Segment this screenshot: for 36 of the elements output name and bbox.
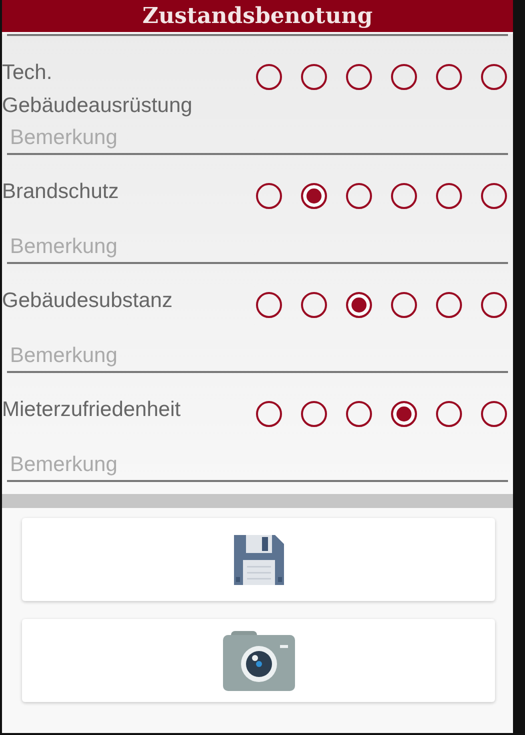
criterion-label: Mieterzufriedenheit	[2, 397, 182, 423]
criterion-label: Gebäudesubstanz	[2, 288, 174, 314]
remark-field[interactable]: Bemerkung	[7, 449, 508, 482]
radio-button[interactable]	[436, 401, 462, 427]
radio-button[interactable]	[391, 401, 417, 427]
radio-button[interactable]	[256, 401, 282, 427]
radio-button[interactable]	[436, 292, 462, 318]
radio-button[interactable]	[256, 64, 282, 90]
criterion-label: Tech. Gebäudeausrüstung	[2, 60, 194, 119]
remark-field[interactable]: Bemerkung	[7, 122, 508, 155]
radio-button[interactable]	[391, 64, 417, 90]
radio-button[interactable]	[346, 183, 372, 209]
radio-button[interactable]	[301, 292, 327, 318]
radio-button[interactable]	[391, 292, 417, 318]
camera-button[interactable]	[22, 619, 495, 702]
radio-button[interactable]	[481, 292, 507, 318]
radio-button[interactable]	[481, 401, 507, 427]
radio-button[interactable]	[301, 183, 327, 209]
radio-button[interactable]	[481, 64, 507, 90]
radio-button[interactable]	[301, 401, 327, 427]
radio-button[interactable]	[256, 183, 282, 209]
criterion-label: Brandschutz	[2, 179, 120, 205]
radio-button[interactable]	[481, 183, 507, 209]
remark-field[interactable]: Bemerkung	[7, 340, 508, 373]
radio-button[interactable]	[346, 401, 372, 427]
remark-field[interactable]: Bemerkung	[7, 231, 508, 264]
radio-button[interactable]	[346, 292, 372, 318]
camera-icon	[222, 630, 294, 690]
radio-button[interactable]	[391, 183, 417, 209]
page-title: Zustandsbenotung	[142, 3, 373, 29]
radio-button[interactable]	[256, 292, 282, 318]
radio-button[interactable]	[436, 183, 462, 209]
radio-button[interactable]	[346, 64, 372, 90]
save-button[interactable]	[22, 518, 495, 601]
radio-button[interactable]	[301, 64, 327, 90]
radio-button[interactable]	[436, 64, 462, 90]
